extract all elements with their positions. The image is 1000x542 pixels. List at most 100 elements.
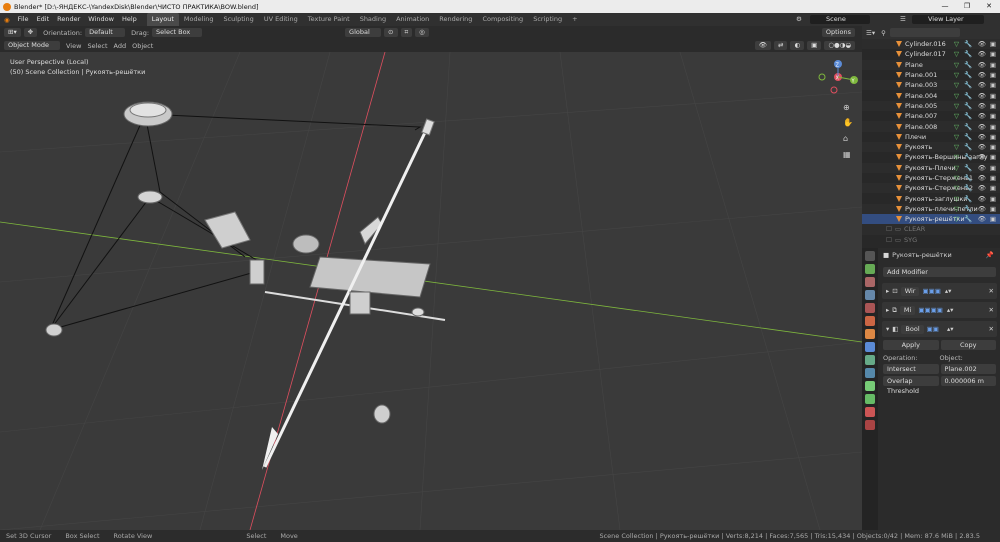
render-camera-icon[interactable]: ▣ xyxy=(990,71,996,79)
modifier-icon[interactable]: 🔧 xyxy=(964,133,972,141)
texture-tab-icon[interactable] xyxy=(865,420,875,430)
render-camera-icon[interactable]: ▣ xyxy=(990,123,996,131)
perspective-icon[interactable]: ▦ xyxy=(843,150,851,159)
add-workspace-icon[interactable]: + xyxy=(567,13,582,26)
modifier-icon[interactable]: 🔧 xyxy=(964,153,972,161)
view-layer-tab-icon[interactable] xyxy=(865,290,875,300)
render-camera-icon[interactable]: ▣ xyxy=(990,92,996,100)
outliner-item[interactable]: Plane.001 ▽ 🔧 👁 ▣ xyxy=(862,70,1000,80)
visibility-eye-icon[interactable]: 👁 xyxy=(978,112,986,120)
collection-checkbox-icon[interactable]: ☐ xyxy=(886,236,892,244)
data-tab-icon[interactable] xyxy=(865,394,875,404)
render-camera-icon[interactable]: ▣ xyxy=(990,81,996,89)
mesh-data-icon[interactable]: ▽ xyxy=(954,50,959,58)
move-up-down-icon[interactable]: ▴▾ xyxy=(947,325,954,333)
proportional-edit-icon[interactable]: ◎ xyxy=(415,28,429,37)
overlay-toggle-icon[interactable]: ◐ xyxy=(790,41,805,50)
material-tab-icon[interactable] xyxy=(865,407,875,417)
mesh-data-icon[interactable]: ▽ xyxy=(954,174,959,182)
object-tab-icon[interactable] xyxy=(865,329,875,339)
render-camera-icon[interactable]: ▣ xyxy=(990,50,996,58)
outliner-item[interactable]: Plane.007 ▽ 🔧 👁 ▣ xyxy=(862,111,1000,121)
tab-rendering[interactable]: Rendering xyxy=(434,13,477,26)
modifier-panel-boolean[interactable]: ▾ ◧ Bool ▣▣ ▴▾ ✕ xyxy=(882,321,997,337)
tab-compositing[interactable]: Compositing xyxy=(477,13,528,26)
tab-scripting[interactable]: Scripting xyxy=(528,13,567,26)
render-camera-icon[interactable]: ▣ xyxy=(990,215,996,223)
visibility-eye-icon[interactable]: 👁 xyxy=(978,102,986,110)
view-layer-selector[interactable]: View Layer xyxy=(912,15,984,24)
remove-modifier-icon[interactable]: ✕ xyxy=(989,325,994,333)
mesh-data-icon[interactable]: ▽ xyxy=(954,123,959,131)
menu-window[interactable]: Window xyxy=(84,13,118,26)
modifier-icon[interactable]: 🔧 xyxy=(964,92,972,100)
mesh-data-icon[interactable]: ▽ xyxy=(954,205,959,213)
mesh-data-icon[interactable]: ▽ xyxy=(954,215,959,223)
mesh-data-icon[interactable]: ▽ xyxy=(954,164,959,172)
pivot-icon[interactable]: ⊙ xyxy=(384,28,398,37)
physics-tab-icon[interactable] xyxy=(865,368,875,378)
mode-dropdown[interactable]: Object Mode xyxy=(4,41,60,50)
minimize-button[interactable]: — xyxy=(934,0,956,13)
render-camera-icon[interactable]: ▣ xyxy=(990,102,996,110)
outliner-item[interactable]: Cylinder.017 ▽ 🔧 👁 ▣ xyxy=(862,49,1000,59)
expand-arrow-icon[interactable]: ▸ xyxy=(886,306,889,314)
render-camera-icon[interactable]: ▣ xyxy=(990,184,996,192)
visibility-eye-icon[interactable]: 👁 xyxy=(978,50,986,58)
drag-dropdown[interactable]: Select Box xyxy=(152,28,203,37)
outliner-item[interactable]: Plane.005 ▽ 🔧 👁 ▣ xyxy=(862,100,1000,112)
visibility-eye-icon[interactable]: 👁 xyxy=(978,92,986,100)
zoom-icon[interactable]: ⊕ xyxy=(843,103,850,112)
visibility-eye-icon[interactable]: 👁 xyxy=(978,195,986,203)
3d-viewport[interactable]: User Perspective (Local) (50) Scene Coll… xyxy=(0,52,862,530)
pin-icon[interactable]: 📌 xyxy=(986,251,994,259)
blender-menu-icon[interactable]: ◉ xyxy=(4,16,10,24)
transform-tool-icon[interactable]: ✥ xyxy=(23,28,38,37)
visibility-eye-icon[interactable]: 👁 xyxy=(978,174,986,182)
operation-dropdown[interactable]: Intersect xyxy=(883,364,939,374)
filter-icon[interactable]: ⚲ xyxy=(881,29,886,37)
outliner-item[interactable]: Рукоять-Вершины заглу ▽ 🔧 👁 ▣ xyxy=(862,152,1000,162)
render-camera-icon[interactable]: ▣ xyxy=(990,153,996,161)
mesh-data-icon[interactable]: ▽ xyxy=(954,102,959,110)
outliner-item[interactable]: Cylinder.016 ▽ 🔧 👁 ▣ xyxy=(862,39,1000,50)
menu-edit[interactable]: Edit xyxy=(33,13,54,26)
tab-uv-editing[interactable]: UV Editing xyxy=(259,13,303,26)
visibility-eye-icon[interactable]: 👁 xyxy=(978,40,986,48)
modifier-icon[interactable]: 🔧 xyxy=(964,184,972,192)
modifier-icon[interactable]: 🔧 xyxy=(964,195,972,203)
menu-help[interactable]: Help xyxy=(118,13,141,26)
modifier-icon[interactable]: 🔧 xyxy=(964,164,972,172)
outliner-item[interactable]: Plane.004 ▽ 🔧 👁 ▣ xyxy=(862,90,1000,100)
output-tab-icon[interactable] xyxy=(865,277,875,287)
outliner-item[interactable]: Рукоять-плечи-петли ▽ 🔧 👁 ▣ xyxy=(862,203,1000,215)
outliner-item[interactable]: Рукоять-Стержень1 ▽ 🔧 👁 ▣ xyxy=(862,173,1000,183)
modifier-panel-wireframe[interactable]: ▸ ⊡ Wir ▣▣▣ ▴▾ ✕ xyxy=(882,283,997,299)
modifier-icon[interactable]: 🔧 xyxy=(964,50,972,58)
modifier-icon[interactable]: 🔧 xyxy=(964,40,972,48)
visibility-eye-icon[interactable]: 👁 xyxy=(978,205,986,213)
object-field[interactable]: Plane.002 xyxy=(940,364,996,374)
render-camera-icon[interactable]: ▣ xyxy=(990,174,996,182)
camera-icon[interactable]: ⌂ xyxy=(843,134,848,143)
menu-view[interactable]: View xyxy=(66,42,81,50)
outliner-item[interactable]: Плечи ▽ 🔧 👁 ▣ xyxy=(862,132,1000,142)
mesh-data-icon[interactable]: ▽ xyxy=(954,184,959,192)
modifier-icon[interactable]: 🔧 xyxy=(964,215,972,223)
modifier-icon[interactable]: 🔧 xyxy=(964,112,972,120)
modifier-icon[interactable]: 🔧 xyxy=(964,205,972,213)
outliner-search-input[interactable] xyxy=(889,28,960,37)
expand-arrow-icon[interactable]: ▸ xyxy=(886,287,889,295)
overlap-threshold-field[interactable]: 0.000006 m xyxy=(940,376,996,386)
pan-icon[interactable]: ✋ xyxy=(843,117,853,127)
tab-animation[interactable]: Animation xyxy=(391,13,434,26)
menu-render[interactable]: Render xyxy=(53,13,84,26)
transform-space-dropdown[interactable]: Global xyxy=(345,28,382,37)
apply-button[interactable]: Apply xyxy=(883,340,939,350)
mesh-data-icon[interactable]: ▽ xyxy=(954,133,959,141)
modifier-name-wireframe[interactable]: Wir xyxy=(900,286,920,296)
shading-modes-icon[interactable]: ○●◑◒ xyxy=(824,41,855,50)
visibility-eye-icon[interactable]: 👁 xyxy=(978,71,986,79)
snap-icon[interactable]: ⌗ xyxy=(400,28,413,37)
collection-checkbox-icon[interactable]: ☐ xyxy=(886,225,892,233)
